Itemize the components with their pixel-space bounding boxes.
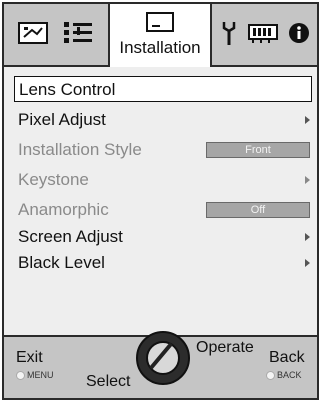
back-key-label: BACK [277, 370, 302, 380]
menu-item-pixel-adjust[interactable]: Pixel Adjust [14, 107, 314, 133]
menu-item-label: Black Level [18, 253, 105, 272]
function-wrench-icon [222, 22, 236, 45]
submenu-arrow-icon [305, 233, 310, 241]
exit-key-hint: MENU [16, 370, 54, 381]
menu-key-icon [16, 371, 25, 381]
back-key-icon [266, 371, 275, 381]
menu-item-label: Lens Control [19, 80, 116, 99]
menu-item-label: Anamorphic [18, 200, 109, 219]
back-key-hint: BACK [266, 370, 302, 381]
submenu-arrow-icon [305, 116, 310, 124]
tab-bar: Installation [4, 2, 317, 67]
back-label: Back [269, 349, 305, 366]
memory-icon [248, 24, 278, 43]
tab-input-settings[interactable] [60, 16, 96, 50]
tab-information[interactable] [286, 16, 312, 50]
menu-item-keystone: Keystone [14, 167, 314, 193]
exit-label: Exit [16, 349, 43, 366]
anamorphic-value: Off [206, 202, 310, 218]
menu-item-screen-adjust[interactable]: Screen Adjust [14, 224, 314, 250]
exit-key-label: MENU [27, 370, 54, 380]
picture-adjust-icon [18, 22, 48, 44]
tab-installation[interactable]: Installation [108, 2, 212, 67]
submenu-arrow-icon [305, 176, 310, 184]
tab-installation-label: Installation [119, 38, 201, 57]
tab-memory[interactable] [246, 16, 280, 50]
tab-function[interactable] [218, 16, 240, 50]
menu-item-lens-control[interactable]: Lens Control [14, 76, 312, 102]
menu-item-black-level[interactable]: Black Level [14, 250, 314, 276]
installation-style-value: Front [206, 142, 310, 158]
menu-item-label: Screen Adjust [18, 227, 123, 246]
installation-icon [146, 12, 174, 32]
footer-help-bar: Exit MENU Select Operate Back BACK [4, 331, 317, 398]
menu-item-anamorphic: Anamorphic Off [14, 197, 314, 223]
osd-menu-panel: Installation Lens Control Pixel Adjust I… [2, 2, 319, 400]
input-settings-icon [64, 22, 92, 43]
operate-label: Operate [196, 339, 254, 356]
menu-item-installation-style: Installation Style Front [14, 137, 314, 163]
submenu-arrow-icon [305, 259, 310, 267]
information-icon [289, 23, 309, 43]
menu-item-label: Keystone [18, 170, 89, 189]
menu-item-label: Pixel Adjust [18, 110, 106, 129]
select-label: Select [86, 373, 131, 390]
menu-item-label: Installation Style [18, 140, 142, 159]
tab-picture[interactable] [16, 16, 50, 50]
joystick-dial-icon [136, 331, 190, 385]
